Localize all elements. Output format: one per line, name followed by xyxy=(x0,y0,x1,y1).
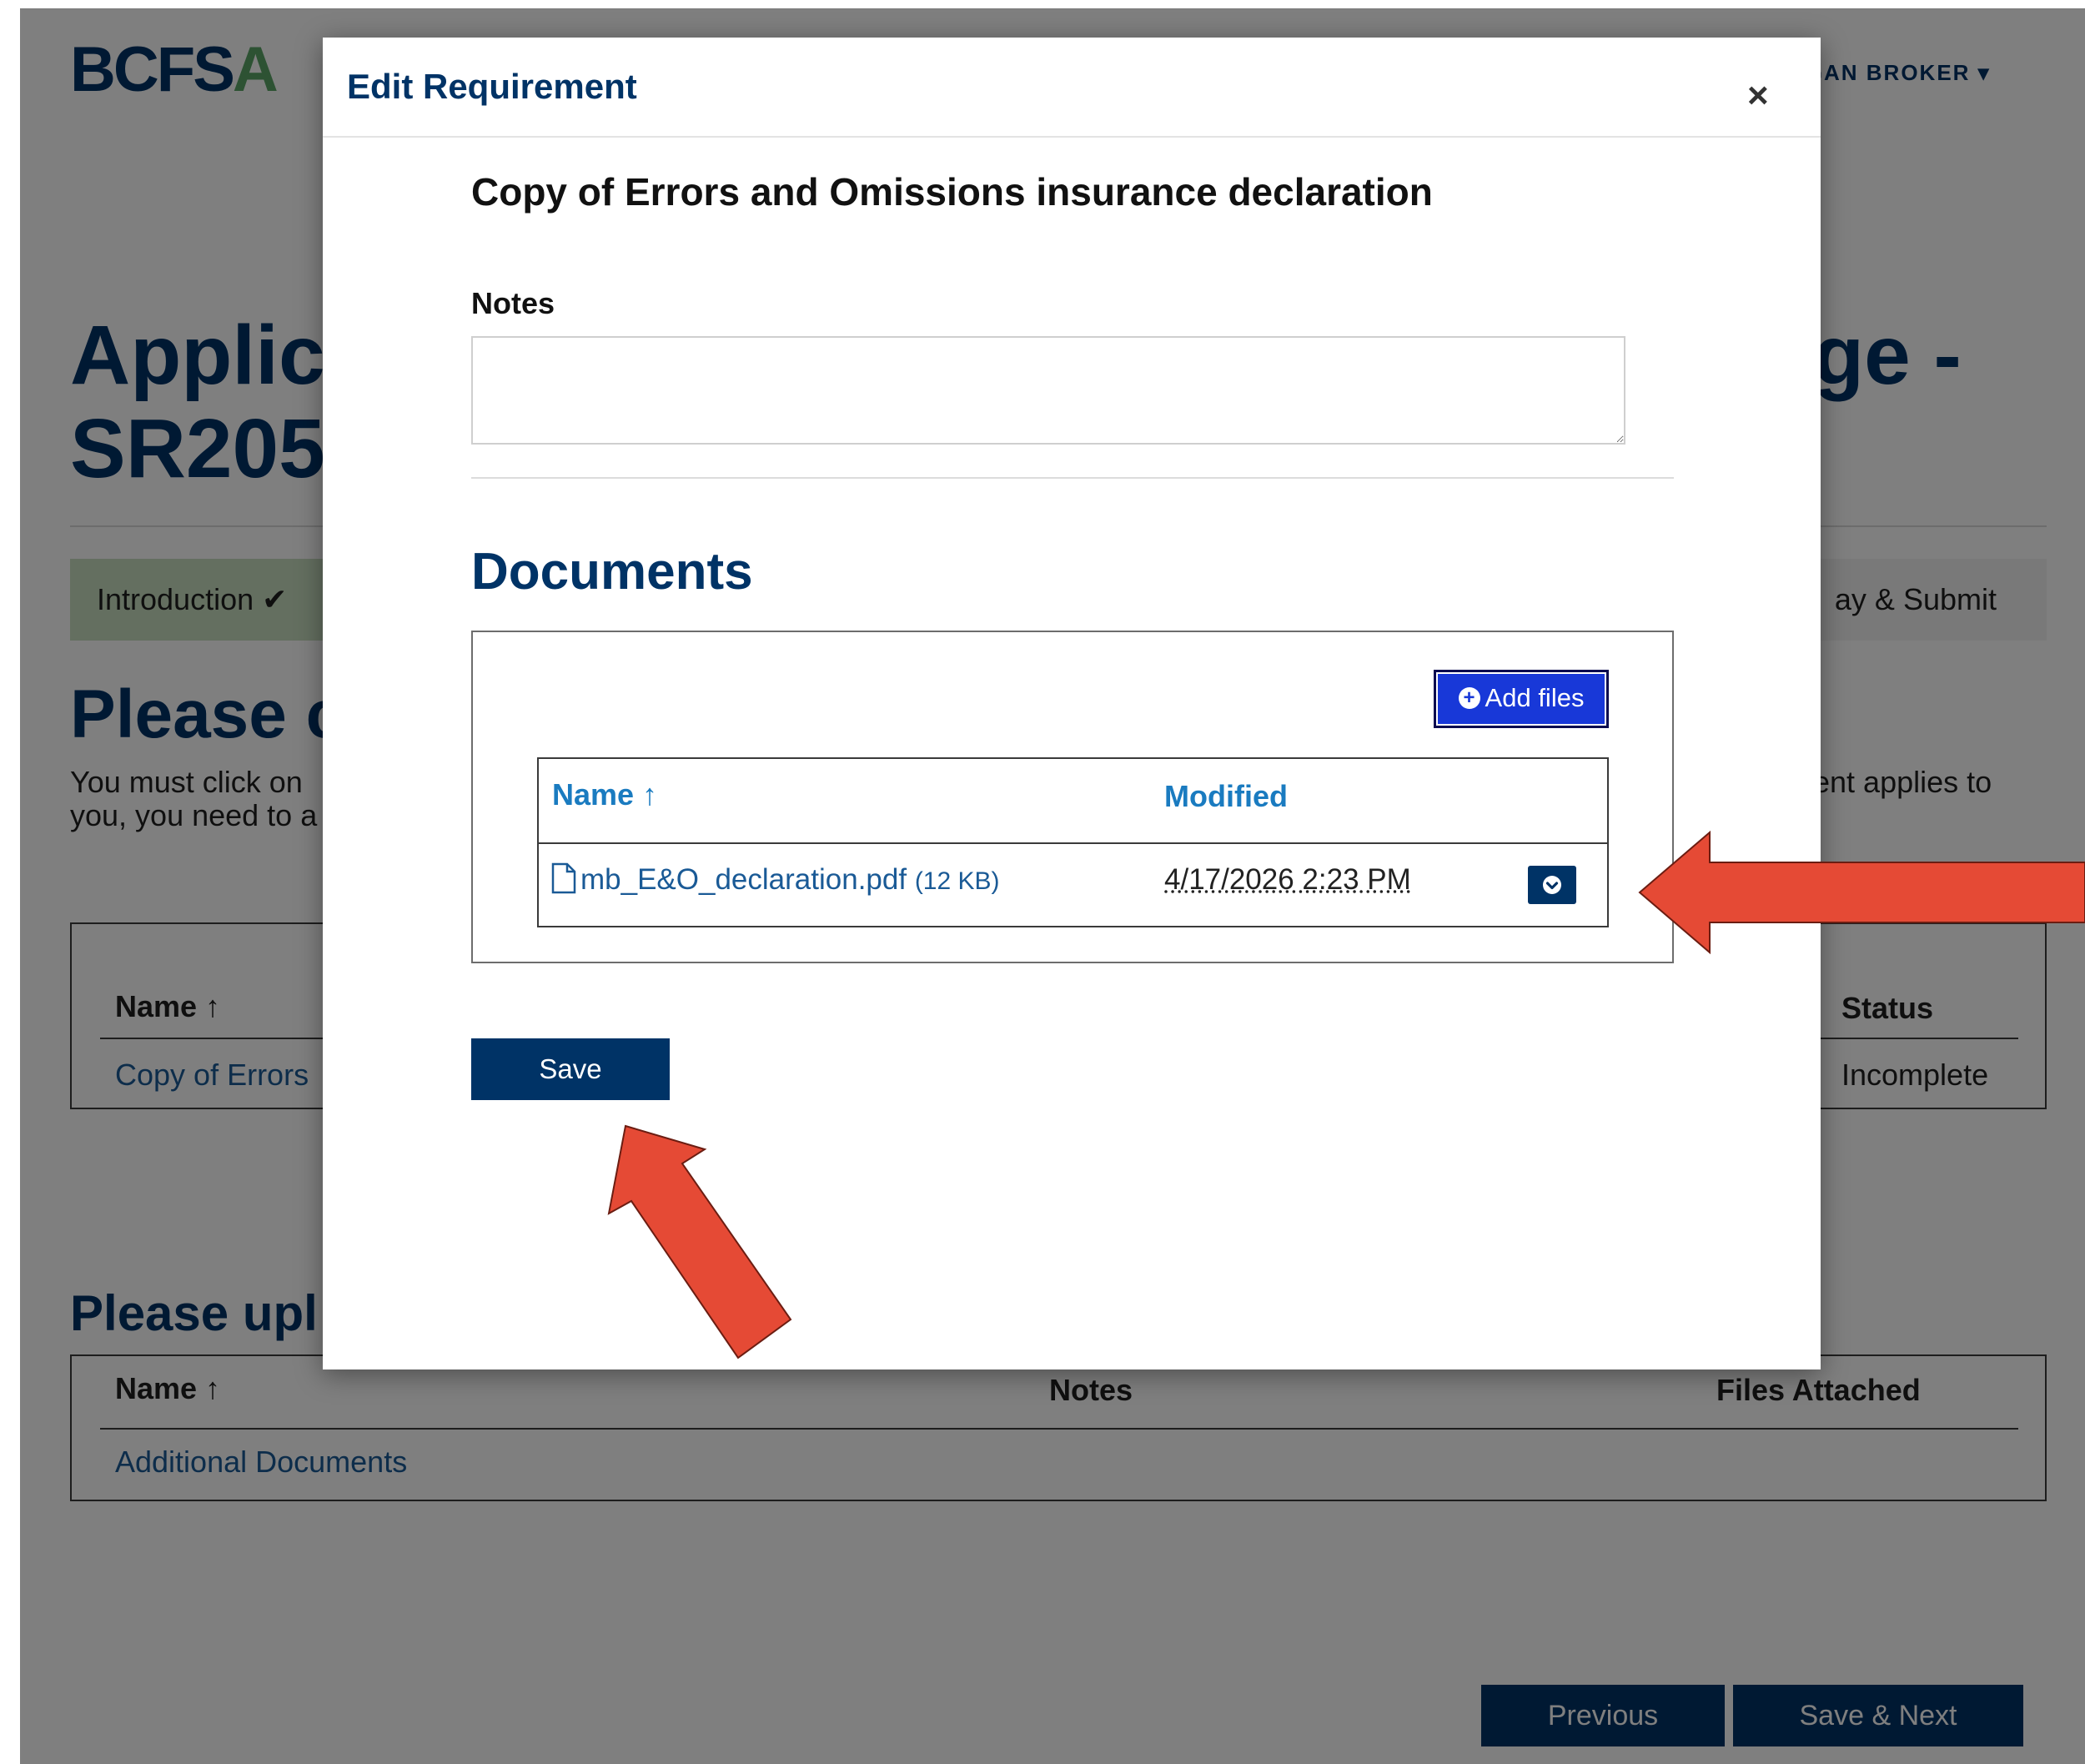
document-icon xyxy=(551,862,576,894)
chevron-down-circle-icon xyxy=(1543,876,1561,894)
file-modified-date: 4/17/2026 2:23 PM xyxy=(1164,863,1411,896)
notes-label: Notes xyxy=(471,286,555,320)
column-header-modified[interactable]: Modified xyxy=(1164,779,1288,814)
save-button[interactable]: Save xyxy=(471,1038,670,1100)
file-name: mb_E&O_declaration.pdf xyxy=(580,863,907,896)
file-link[interactable]: mb_E&O_declaration.pdf (12 KB) xyxy=(550,862,1000,897)
edit-requirement-modal: Edit Requirement × Copy of Errors and Om… xyxy=(323,38,1821,1369)
file-size: (12 KB) xyxy=(914,867,1000,895)
plus-circle-icon: + xyxy=(1458,686,1480,709)
notes-textarea[interactable] xyxy=(471,336,1625,445)
divider xyxy=(471,477,1674,479)
modal-header: Edit Requirement × xyxy=(323,38,1821,138)
documents-heading: Documents xyxy=(471,543,753,601)
add-files-button[interactable]: + Add files xyxy=(1434,670,1609,728)
sort-up-arrow-icon: ↑ xyxy=(642,777,658,812)
files-table: Name ↑ Modified mb_E&O_declaration.pdf (… xyxy=(537,757,1609,927)
table-rule xyxy=(539,842,1607,844)
annotation-arrow-up-icon xyxy=(607,1124,792,1359)
documents-panel: + Add files Name ↑ Modified mb_E&O_declar… xyxy=(471,631,1674,963)
file-actions-dropdown[interactable] xyxy=(1528,866,1576,904)
column-header-name[interactable]: Name ↑ xyxy=(552,777,657,812)
annotation-arrow-right-icon xyxy=(1638,830,2085,955)
modal-title: Edit Requirement xyxy=(347,67,637,106)
close-icon[interactable]: × xyxy=(1747,78,1769,114)
requirement-title: Copy of Errors and Omissions insurance d… xyxy=(471,170,1433,214)
